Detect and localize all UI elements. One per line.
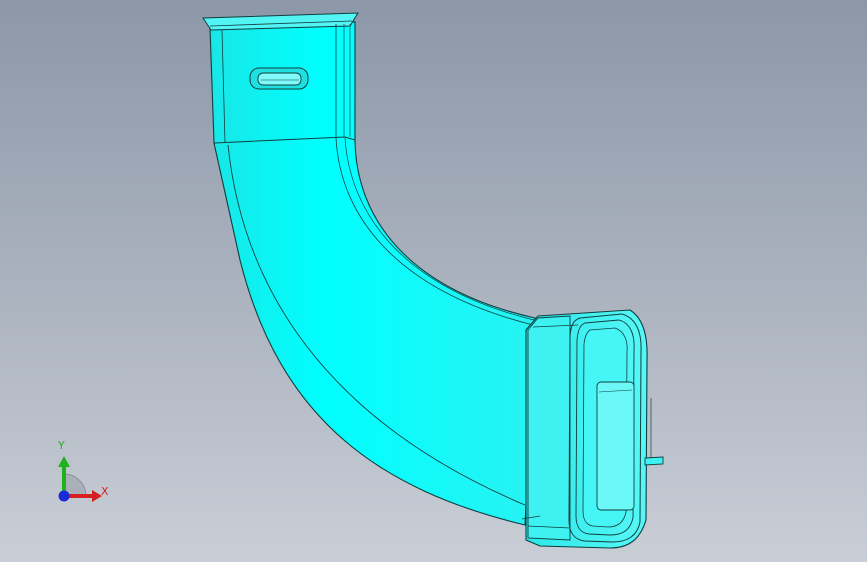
graphics-viewport[interactable]: Y X [0, 0, 867, 562]
slot-hole-inner [257, 72, 302, 86]
orientation-triad[interactable]: Y X [40, 436, 120, 516]
y-axis-head [58, 456, 70, 467]
z-axis-dot [58, 490, 70, 502]
cad-model-elbow-duct[interactable] [0, 0, 867, 562]
side-tab[interactable] [644, 456, 664, 466]
y-axis-label: Y [58, 439, 65, 452]
x-axis-label: X [101, 485, 109, 498]
triad-graphic [58, 456, 102, 502]
elbow-body[interactable] [209, 21, 536, 526]
flange-window [596, 381, 635, 511]
flange-front-face [527, 315, 571, 541]
